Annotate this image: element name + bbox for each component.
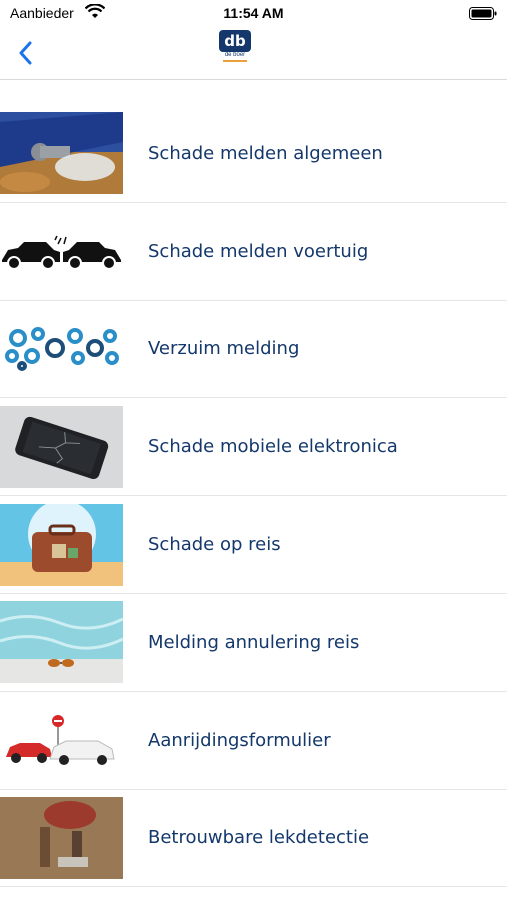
list-item-schade-voertuig[interactable]: Schade melden voertuig <box>0 203 507 301</box>
suitcase-beach-image <box>0 503 123 586</box>
list-item-lekdetectie[interactable]: Betrouwbare lekdetectie <box>0 790 507 888</box>
menu-list: Schade melden algemeen Schade melden voe… <box>0 105 507 888</box>
car-accident-image <box>0 699 123 782</box>
list-item-label: Schade op reis <box>148 534 281 556</box>
list-item-verzuim[interactable]: Verzuim melding <box>0 301 507 399</box>
broken-phone-image <box>0 405 123 488</box>
battery-icon <box>469 7 497 20</box>
list-item-label: Betrouwbare lekdetectie <box>148 827 370 849</box>
brand-logo: db de boer <box>219 30 251 66</box>
list-item-label: Verzuim melding <box>148 338 300 360</box>
list-item-schade-algemeen[interactable]: Schade melden algemeen <box>0 105 507 203</box>
status-bar: Aanbieder 11:54 AM <box>0 0 507 28</box>
clock: 11:54 AM <box>223 5 284 21</box>
pool-sunglasses-image <box>0 601 123 684</box>
logo-text: de boer <box>224 52 246 58</box>
list-item-label: Aanrijdingsformulier <box>148 729 331 751</box>
leak-detection-image <box>0 796 123 879</box>
list-item-aanrijdingsformulier[interactable]: Aanrijdingsformulier <box>0 692 507 790</box>
list-item-label: Melding annulering reis <box>148 631 360 653</box>
chevron-left-icon <box>19 41 32 65</box>
logo-underline <box>223 60 247 62</box>
logo-mark: db <box>219 30 251 52</box>
list-item-mobiele-elektronica[interactable]: Schade mobiele elektronica <box>0 398 507 497</box>
list-item-schade-op-reis[interactable]: Schade op reis <box>0 496 507 594</box>
list-item-label: Schade melden voertuig <box>148 240 369 262</box>
list-item-label: Schade melden algemeen <box>148 142 383 164</box>
gears-image <box>0 307 123 390</box>
list-item-label: Schade mobiele elektronica <box>148 436 398 458</box>
list-item-annulering-reis[interactable]: Melding annulering reis <box>0 594 507 692</box>
back-button[interactable] <box>10 38 40 68</box>
navigation-bar: db de boer <box>0 28 507 80</box>
leaking-pipe-image <box>0 112 123 195</box>
car-collision-image <box>0 210 123 293</box>
